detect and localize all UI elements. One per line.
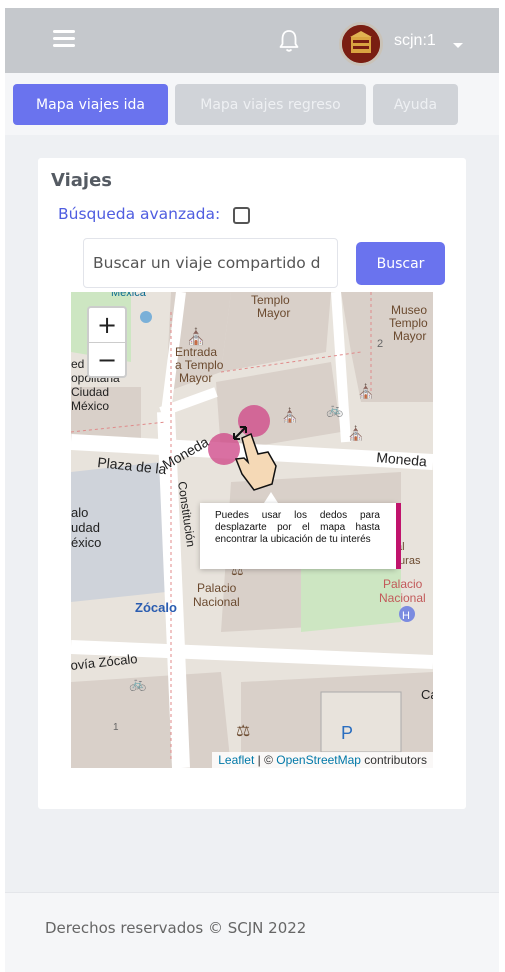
search-button[interactable]: Buscar (356, 242, 445, 285)
svg-text:Ciudad: Ciudad (71, 385, 109, 399)
svg-text:⛪: ⛪ (347, 424, 364, 442)
tooltip-accent-bar (396, 503, 401, 569)
svg-text:Mayor: Mayor (179, 371, 212, 385)
svg-text:Mayor: Mayor (393, 329, 426, 343)
svg-text:a Templo: a Templo (175, 358, 224, 372)
svg-text:Zócalo: Zócalo (135, 600, 177, 615)
svg-text:Nacional: Nacional (379, 591, 426, 605)
attribution-separator: | © (254, 753, 277, 767)
pan-gesture-hand-icon (208, 405, 277, 491)
search-input[interactable]: Buscar un viaje compartido d (83, 238, 338, 288)
zoom-in-button[interactable]: + (89, 308, 125, 342)
footer-copyright: Derechos reservados © SCJN 2022 (45, 919, 307, 937)
svg-text:Nacional: Nacional (193, 595, 240, 609)
leaflet-link[interactable]: Leaflet (218, 753, 254, 767)
bell-icon[interactable] (277, 28, 301, 54)
svg-text:ed: ed (71, 357, 84, 371)
openstreetmap-link[interactable]: OpenStreetMap (276, 753, 361, 767)
map-help-tooltip: Puedes usar los dedos para desplazarte p… (200, 503, 396, 569)
svg-text:Palacio: Palacio (197, 581, 237, 595)
svg-text:Templo: Templo (389, 316, 428, 330)
chevron-down-icon[interactable] (453, 43, 463, 48)
svg-text:Mayor: Mayor (257, 306, 290, 320)
advanced-search-checkbox[interactable] (233, 207, 250, 224)
svg-text:udad: udad (71, 520, 100, 535)
tab-ayuda[interactable]: Ayuda (373, 84, 458, 125)
svg-text:🚲: 🚲 (129, 675, 146, 692)
tab-bar: Mapa viajes ida Mapa viajes regreso Ayud… (5, 73, 499, 135)
tab-mapa-viajes-ida[interactable]: Mapa viajes ida (13, 84, 168, 125)
advanced-search-label[interactable]: Búsqueda avanzada: (58, 205, 220, 223)
svg-text:2: 2 (377, 338, 383, 350)
svg-text:H: H (402, 610, 410, 622)
svg-text:⛪: ⛪ (186, 327, 206, 346)
svg-text:1: 1 (113, 722, 119, 733)
tab-mapa-viajes-regreso[interactable]: Mapa viajes regreso (175, 84, 366, 125)
svg-text:éxico: éxico (71, 535, 101, 550)
svg-text:Ca: Ca (421, 687, 433, 702)
attribution-tail: contributors (360, 753, 427, 767)
svg-text:alo: alo (71, 505, 88, 520)
svg-text:⛪: ⛪ (357, 382, 374, 400)
top-navbar: scjn:1 (5, 8, 499, 73)
svg-text:Museo: Museo (391, 303, 427, 317)
svg-text:México: México (71, 399, 109, 413)
zoom-out-button[interactable]: − (89, 343, 125, 377)
svg-text:Entrada: Entrada (175, 345, 217, 359)
username-label[interactable]: scjn:1 (394, 32, 436, 50)
svg-text:🚲: 🚲 (326, 401, 343, 418)
zoom-control: + − (87, 306, 127, 378)
svg-text:Templo: Templo (251, 293, 290, 307)
svg-text:⚖: ⚖ (236, 723, 250, 740)
avatar[interactable] (339, 22, 383, 66)
tooltip-arrow (264, 492, 278, 503)
svg-text:Palacio: Palacio (383, 577, 423, 591)
svg-text:Mexica: Mexica (111, 292, 147, 299)
card-title: Viajes (51, 170, 113, 191)
svg-text:P: P (341, 723, 353, 743)
hamburger-menu-icon[interactable] (53, 30, 75, 48)
map-attribution: Leaflet | © OpenStreetMap contributors (212, 752, 433, 768)
